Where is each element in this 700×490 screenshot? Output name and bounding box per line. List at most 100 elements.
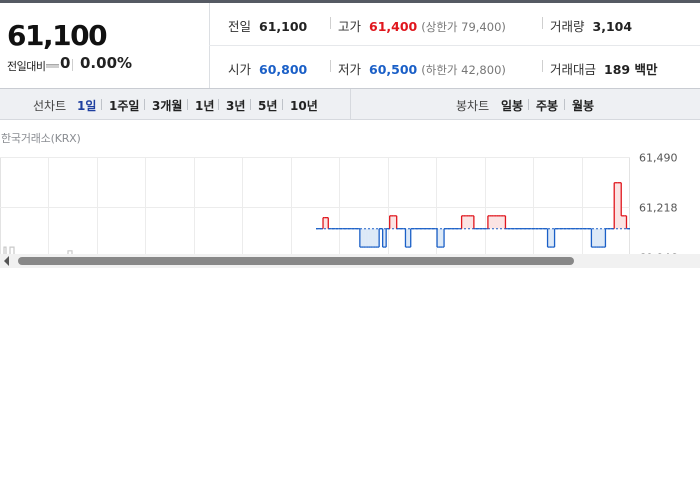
row-divider	[209, 45, 700, 46]
trade-amount: 거래대금 189 백만	[550, 59, 657, 78]
open-value: 60,800	[259, 62, 308, 77]
price-area-fill	[366, 228, 369, 248]
tab-divider	[144, 99, 145, 110]
tab-divider	[101, 99, 102, 110]
price-area-fill	[372, 228, 375, 248]
price-area-fill	[493, 215, 496, 229]
price-area-fill	[494, 215, 497, 229]
scrollbar-thumb[interactable]	[18, 257, 574, 265]
price-area-fill	[596, 228, 599, 248]
amount-label: 거래대금	[550, 62, 597, 77]
chart-period-tabs: 선차트 1일 1주일 3개월 1년 3년 5년 10년 봉차트 일봉 주봉 월봉	[0, 89, 700, 120]
price-area-fill	[496, 215, 499, 229]
price-area-fill	[621, 215, 624, 229]
price-chart[interactable]: 61,49061,21860,946	[0, 150, 700, 268]
exchange-label: 한국거래소(KRX)	[1, 132, 81, 145]
tab-3m[interactable]: 3개월	[152, 97, 182, 114]
price-area-fill	[373, 228, 376, 248]
low-value: 60,500	[369, 62, 418, 77]
candle-chart-label: 봉차트	[456, 99, 490, 113]
price-area-fill	[598, 228, 601, 248]
price-area-fill	[365, 228, 368, 248]
price-area-fill	[549, 228, 552, 248]
price-area-fill	[593, 228, 596, 248]
prev-close: 전일 61,100	[228, 16, 307, 35]
change-percent: 0.00%	[80, 54, 133, 72]
price-area-fill	[501, 215, 504, 229]
divider	[330, 17, 331, 29]
volume-label: 거래량	[550, 19, 585, 34]
price-area-fill	[391, 215, 394, 229]
chart-svg: 61,49061,21860,946	[0, 152, 678, 268]
price-area-fill	[465, 215, 468, 229]
price-area-fill	[393, 215, 396, 229]
tab-10y[interactable]: 10년	[290, 97, 318, 114]
upper-limit: (상한가 79,400)	[421, 20, 506, 34]
tab-1w[interactable]: 1주일	[109, 97, 139, 114]
price-area-fill	[407, 228, 410, 248]
lower-limit: (하한가 42,800)	[421, 63, 506, 77]
divider	[330, 60, 331, 72]
tab-divider	[282, 99, 283, 110]
tab-monthly[interactable]: 월봉	[572, 97, 594, 114]
volume-value: 3,104	[592, 19, 633, 34]
tab-3y[interactable]: 3년	[226, 97, 245, 114]
scroll-left-icon[interactable]	[4, 256, 9, 266]
chart-frame	[0, 157, 630, 268]
tab-divider	[187, 99, 188, 110]
price-area-fill	[500, 215, 503, 229]
price-area-fill	[440, 228, 443, 248]
y-tick-label: 61,490	[639, 152, 678, 165]
low-price: 저가 60,500 (하한가 42,800)	[338, 59, 506, 78]
divider	[542, 17, 543, 29]
price-area-fill	[594, 228, 597, 248]
open-price: 시가 60,800	[228, 59, 307, 78]
price-area-fill	[601, 228, 604, 248]
change-label: 전일대비	[7, 60, 46, 73]
price-area-fill	[468, 215, 471, 229]
tabs-divider	[350, 89, 351, 119]
price-area-fill	[370, 228, 373, 248]
amount-value: 189 백만	[604, 62, 658, 77]
high-label: 고가	[338, 19, 362, 34]
price-area-fill	[489, 215, 492, 229]
tab-weekly[interactable]: 주봉	[536, 97, 558, 114]
flat-icon	[46, 64, 59, 68]
price-area-fill	[463, 215, 466, 229]
high-price: 고가 61,400 (상한가 79,400)	[338, 16, 506, 35]
price-area-fill	[622, 215, 626, 229]
price-area-fill	[617, 182, 620, 229]
tab-divider	[528, 99, 529, 110]
tab-divider	[218, 99, 219, 110]
y-tick-label: 61,218	[639, 202, 678, 215]
prev-close-value: 61,100	[259, 19, 308, 34]
divider	[542, 60, 543, 72]
current-price: 61,100	[7, 19, 108, 52]
tab-divider	[250, 99, 251, 110]
change-value: 0	[60, 54, 71, 72]
tab-daily[interactable]: 일봉	[501, 97, 523, 114]
price-area-fill	[615, 182, 619, 229]
chart-scrollbar[interactable]	[0, 254, 700, 268]
open-label: 시가	[228, 62, 252, 77]
price-area-fill	[551, 228, 554, 248]
volume: 거래량 3,104	[550, 16, 632, 35]
price-area-fill	[375, 228, 378, 248]
price-box: 61,100 전일대비 0 0.00%	[0, 3, 210, 88]
tab-5y[interactable]: 5년	[258, 97, 277, 114]
price-area-fill	[466, 215, 469, 229]
price-area-fill	[470, 215, 473, 229]
price-area-fill	[363, 228, 366, 248]
low-label: 저가	[338, 62, 362, 77]
price-area-fill	[438, 228, 441, 248]
price-area-fill	[498, 215, 501, 229]
price-area-fill	[491, 215, 494, 229]
divider	[72, 59, 73, 71]
tab-1y[interactable]: 1년	[195, 97, 214, 114]
high-value: 61,400	[369, 19, 418, 34]
price-area-fill	[324, 217, 327, 229]
tab-1d[interactable]: 1일	[77, 97, 96, 114]
tab-divider	[564, 99, 565, 110]
prev-close-label: 전일	[228, 19, 252, 34]
quote-panel: 61,100 전일대비 0 0.00% 전일 61,100 고가 61,400 (상한…	[0, 3, 700, 89]
